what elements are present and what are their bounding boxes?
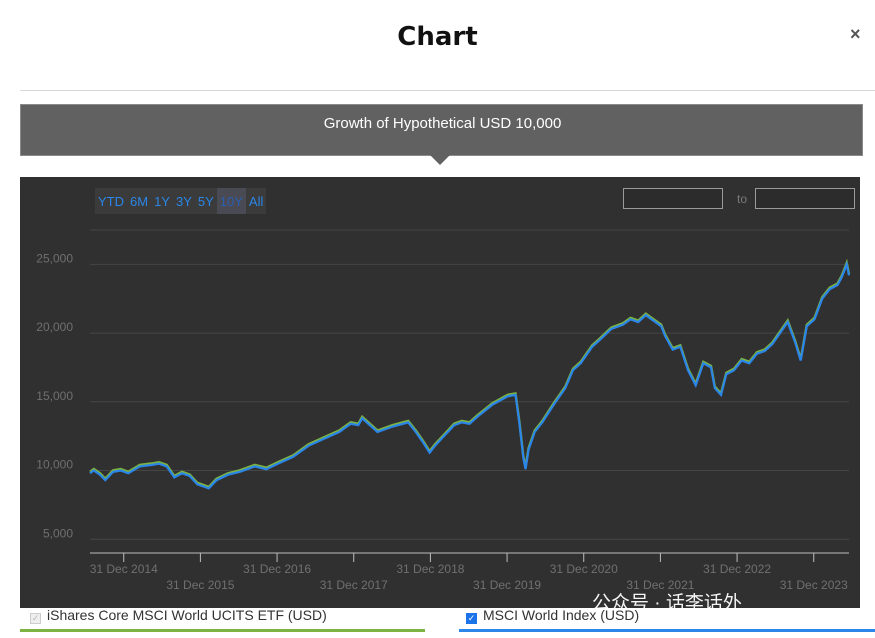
legend-fund-label: iShares Core MSCI World UCITS ETF (USD) [47, 607, 327, 623]
x-tick-label: 31 Dec 2015 [166, 578, 234, 592]
index-checkbox[interactable]: ✓ [466, 613, 477, 624]
x-tick-label: 31 Dec 2020 [550, 562, 618, 576]
watermark-text: 公众号 · 话李话外 [592, 593, 742, 614]
line-chart: 5,000 10,000 15,000 20,000 25,000 31 Dec 2014… [36, 229, 851, 592]
legend-index-swatch [459, 629, 875, 632]
y-tick-label: 20,000 [36, 320, 73, 334]
series-line-index [89, 260, 851, 490]
y-tick-label: 5,000 [43, 526, 73, 540]
x-tick-label: 31 Dec 2023 [780, 578, 848, 592]
legend-fund-swatch [20, 629, 425, 632]
fund-checkbox[interactable]: ✓ [30, 613, 41, 624]
x-tick-label: 31 Dec 2018 [396, 562, 464, 576]
x-tick-label: 31 Dec 2019 [473, 578, 541, 592]
x-tick-label: 31 Dec 2014 [90, 562, 158, 576]
x-tick-label: 31 Dec 2016 [243, 562, 311, 576]
series-line-fund [89, 258, 851, 489]
legend-fund[interactable]: ✓ iShares Core MSCI World UCITS ETF (USD) [30, 607, 327, 624]
x-tick-label: 31 Dec 2022 [703, 562, 771, 576]
y-tick-label: 10,000 [36, 458, 73, 472]
y-tick-label: 25,000 [36, 251, 73, 265]
x-tick-label: 31 Dec 2017 [320, 578, 388, 592]
y-tick-label: 15,000 [36, 389, 73, 403]
